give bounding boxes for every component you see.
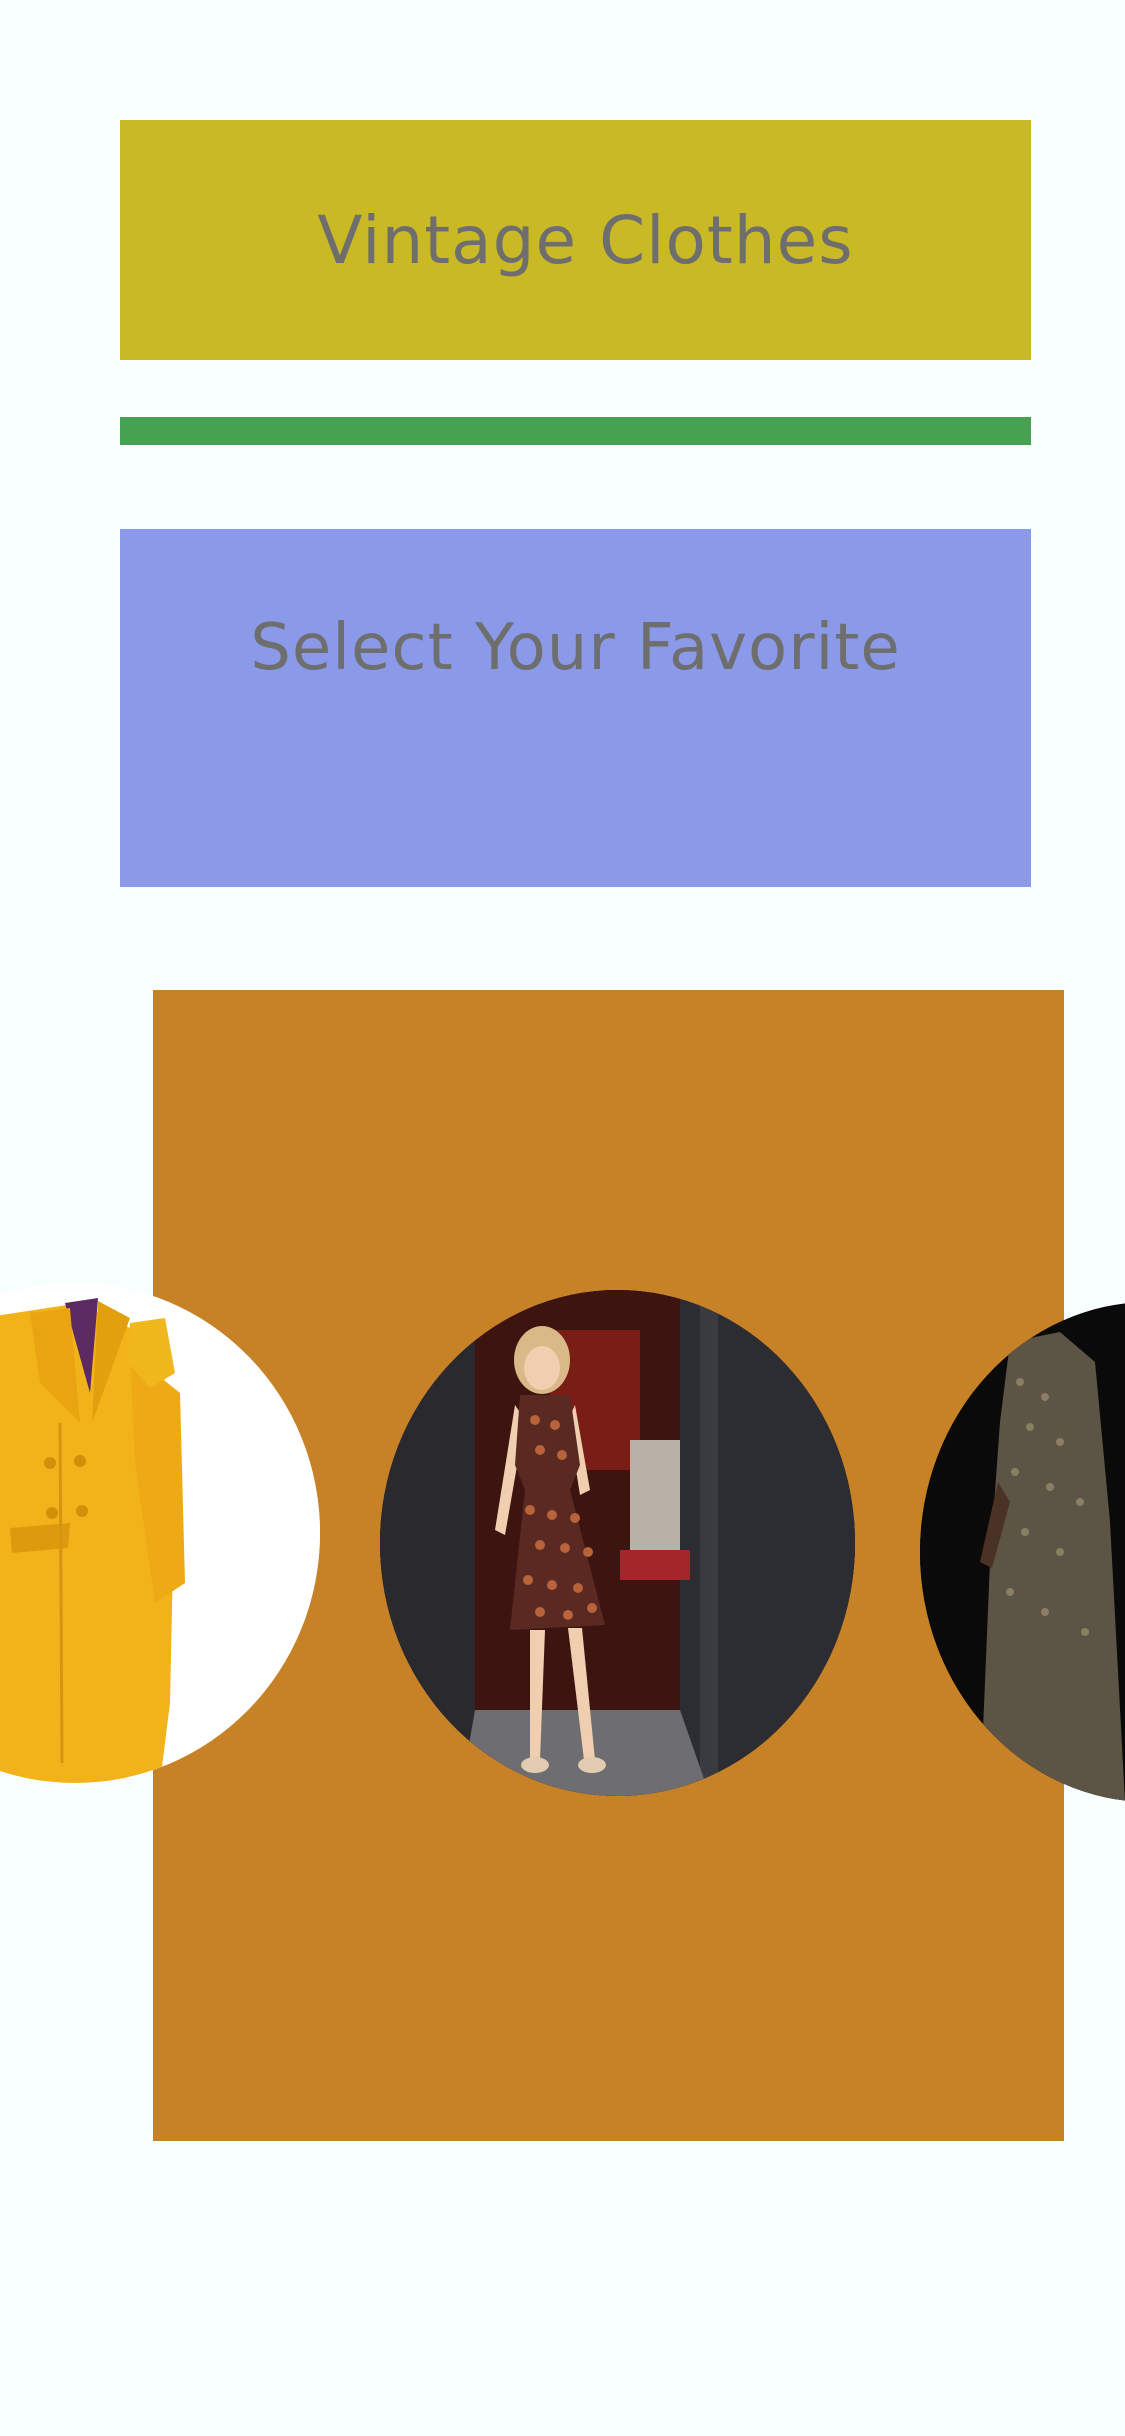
divider-bar — [120, 417, 1031, 445]
subtitle-banner: Select Your Favorite — [120, 529, 1031, 887]
app-screen: Vintage Clothes Select Your Favorite — [0, 0, 1125, 2436]
section-subtitle: Select Your Favorite — [250, 611, 901, 685]
title-banner: Vintage Clothes — [120, 120, 1031, 360]
carousel-item-patterned-dress[interactable] — [380, 1290, 855, 1796]
patterned-dress-image — [380, 1290, 855, 1796]
page-title: Vintage Clothes — [317, 201, 854, 279]
